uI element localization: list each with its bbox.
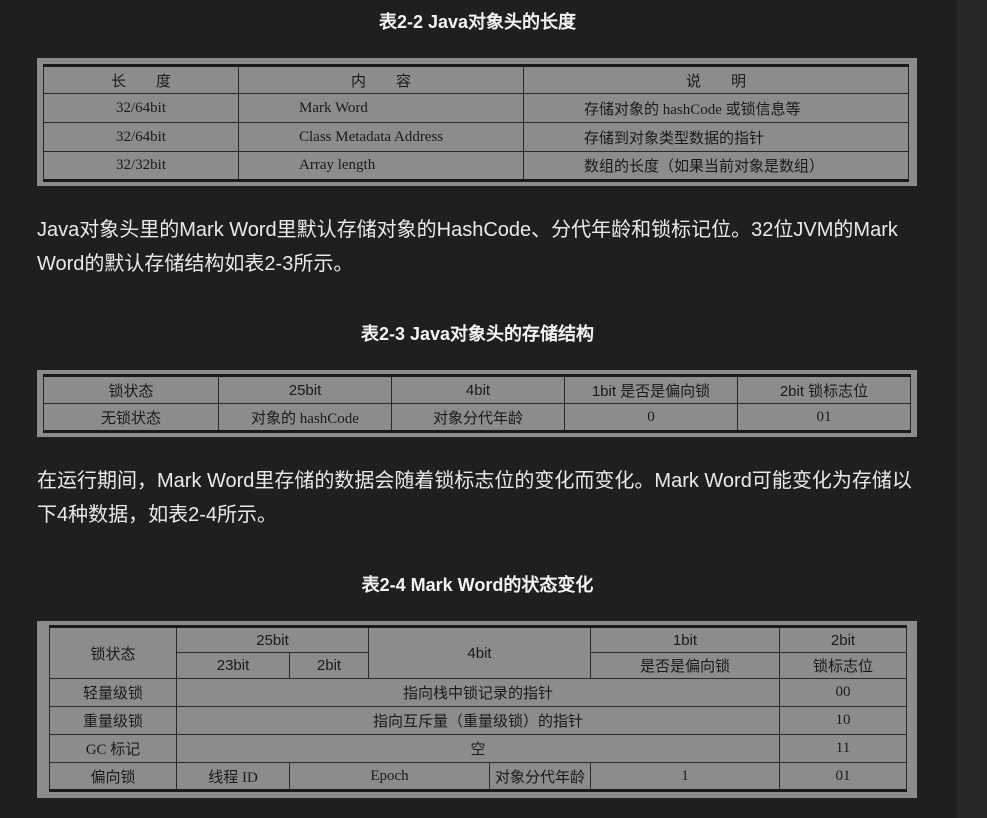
table-2-3-header-2bit: 2bit 锁标志位 [737,375,911,404]
table-2-2-cell: 存储到对象类型数据的指针 [523,122,909,152]
table-row: 32/32bit Array length 数组的长度（如果当前对象是数组） [43,151,909,181]
table-2-4-header-lock-state: 锁状态 [49,626,177,679]
table-row: 重量级锁 指向互斥量（重量级锁）的指针 10 [49,706,907,735]
table-2-2-cell: Mark Word [238,93,524,123]
table-2-2-cell: 32/64bit [43,122,239,152]
table-2-4-cell-content: 指向栈中锁记录的指针 [176,678,780,707]
table-2-2-cell: 存储对象的 hashCode 或锁信息等 [523,93,909,123]
table-2-2-header-content: 内 容 [238,65,524,94]
page-scroll-strip [957,0,987,818]
table-2-3-caption: 表2-3 Java对象头的存储结构 [360,324,595,344]
table-2-4-header-biased: 是否是偏向锁 [590,652,780,679]
table-2-2-background: 长 度 内 容 说 明 32/64bit Mark Word 存储对象的 has… [37,58,917,186]
table-2-4-cell-state: 重量级锁 [49,706,177,735]
table-2-3-cell: 对象的 hashCode [218,403,392,432]
table-2-3-header-1bit: 1bit 是否是偏向锁 [564,375,738,404]
table-2-4-header-4bit: 4bit [368,626,591,679]
table-2-2-header-length: 长 度 [43,65,239,94]
table-2-4-cell-flag: 00 [779,678,907,707]
table-2-3: 锁状态 25bit 4bit 1bit 是否是偏向锁 2bit 锁标志位 无锁状… [43,374,911,433]
table-2-3-cell: 对象分代年龄 [391,403,565,432]
table-2-2-cell: 32/64bit [43,93,239,123]
table-2-4-header-2bit: 2bit [779,626,907,653]
table-2-2-cell: Class Metadata Address [238,122,524,152]
table-2-3-header-25bit: 25bit [218,375,392,404]
table-2-4-cell-state: 轻量级锁 [49,678,177,707]
table-2-4-cell-state: 偏向锁 [49,762,177,791]
table-2-4-cell-flag: 10 [779,706,907,735]
table-2-4-cell-epoch: Epoch [289,762,490,791]
paragraph-mark-word-changes: 在运行期间，Mark Word里存储的数据会随着锁标志位的变化而变化。Mark … [37,470,912,526]
table-row: 32/64bit Mark Word 存储对象的 hashCode 或锁信息等 [43,93,909,123]
table-row: 无锁状态 对象的 hashCode 对象分代年龄 0 01 [43,403,911,432]
table-2-4-background: 锁状态 25bit 4bit 1bit 2bit 23bit 2bit 是否是偏… [37,621,917,798]
table-2-4-cell-flag: 11 [779,734,907,763]
table-2-3-header-lock-state: 锁状态 [43,375,219,404]
table-row: 轻量级锁 指向栈中锁记录的指针 00 [49,678,907,707]
table-row: 偏向锁 线程 ID Epoch 对象分代年龄 1 01 [49,762,907,791]
table-2-4-cell-flag: 01 [779,762,907,791]
table-2-4-cell-thread: 线程 ID [176,762,290,791]
table-2-4-cell-age: 对象分代年龄 [489,762,591,791]
table-2-4: 锁状态 25bit 4bit 1bit 2bit 23bit 2bit 是否是偏… [49,625,907,792]
table-2-4-header-flag: 锁标志位 [779,652,907,679]
table-2-3-background: 锁状态 25bit 4bit 1bit 是否是偏向锁 2bit 锁标志位 无锁状… [37,370,917,437]
table-2-4-cell-state: GC 标记 [49,734,177,763]
table-2-3-cell: 01 [737,403,911,432]
table-2-3-header-4bit: 4bit [391,375,565,404]
table-2-4-header-23bit: 23bit [176,652,290,679]
table-2-4-cell-content: 空 [176,734,780,763]
table-2-3-cell: 无锁状态 [43,403,219,432]
table-2-2-cell: 32/32bit [43,151,239,181]
table-row: GC 标记 空 11 [49,734,907,763]
table-2-2: 长 度 内 容 说 明 32/64bit Mark Word 存储对象的 has… [43,64,909,182]
table-2-3-cell: 0 [564,403,738,432]
table-2-2-cell: 数组的长度（如果当前对象是数组） [523,151,909,181]
table-2-2-caption: 表2-2 Java对象头的长度 [378,12,577,32]
table-2-4-cell-content: 指向互斥量（重量级锁）的指针 [176,706,780,735]
paragraph-mark-word-intro: Java对象头里的Mark Word里默认存储对象的HashCode、分代年龄和… [37,219,898,275]
table-2-4-caption: 表2-4 Mark Word的状态变化 [361,575,594,595]
table-2-4-header-25bit: 25bit [176,626,369,653]
table-row: 32/64bit Class Metadata Address 存储到对象类型数… [43,122,909,152]
table-2-2-header-description: 说 明 [523,65,909,94]
table-2-2-cell: Array length [238,151,524,181]
table-2-4-cell-bit: 1 [590,762,780,791]
table-2-4-header-2bit-sub: 2bit [289,652,369,679]
table-2-4-header-1bit: 1bit [590,626,780,653]
